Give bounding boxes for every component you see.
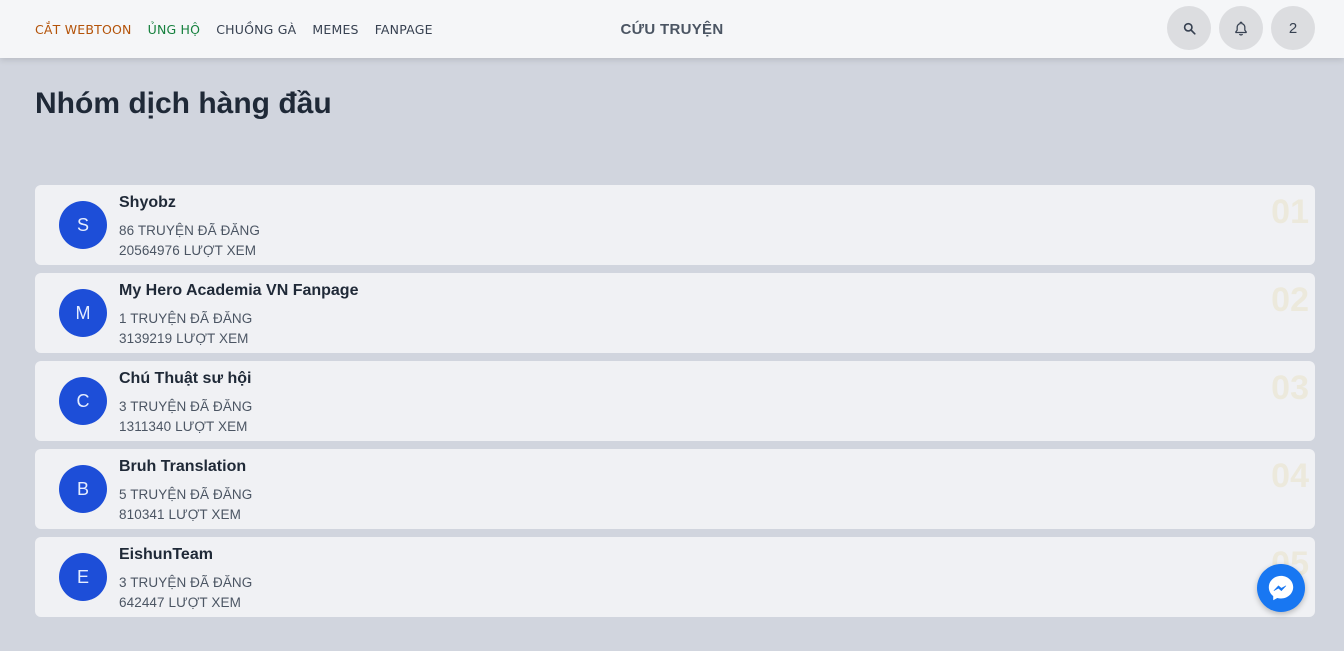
group-name[interactable]: Bruh Translation: [119, 457, 252, 477]
avatar: M: [59, 289, 107, 337]
nav-link-ung-ho[interactable]: ỦNG HỘ: [148, 22, 201, 37]
main-nav: CẮT WEBTOON ỦNG HỘ CHUỒNG GÀ MEMES FANPA…: [35, 0, 433, 58]
top-navbar: CẮT WEBTOON ỦNG HỘ CHUỒNG GÀ MEMES FANPA…: [0, 0, 1344, 58]
site-logo-text[interactable]: CỨU TRUYỆN: [621, 21, 724, 38]
group-info: My Hero Academia VN Fanpage 1 TRUYỆN ĐÃ …: [119, 281, 358, 349]
views-count: 1311340 LƯỢT XEM: [119, 419, 248, 434]
views-count: 642447 LƯỢT XEM: [119, 595, 241, 610]
group-name[interactable]: Chú Thuật sư hội: [119, 369, 252, 389]
avatar: E: [59, 553, 107, 601]
group-name[interactable]: My Hero Academia VN Fanpage: [119, 281, 358, 301]
views-count: 810341 LƯỢT XEM: [119, 507, 241, 522]
page-title: Nhóm dịch hàng đầu: [35, 87, 332, 120]
search-button[interactable]: [1167, 6, 1211, 50]
nav-link-chuong-ga[interactable]: CHUỒNG GÀ: [216, 22, 296, 37]
stories-count: 3 TRUYỆN ĐÃ ĐĂNG: [119, 399, 253, 414]
header-actions: 2: [1167, 6, 1315, 50]
group-card[interactable]: S Shyobz 86 TRUYỆN ĐÃ ĐĂNG 20564976 LƯỢT…: [35, 185, 1315, 265]
group-card[interactable]: M My Hero Academia VN Fanpage 1 TRUYỆN Đ…: [35, 273, 1315, 353]
user-menu-button[interactable]: 2: [1271, 6, 1315, 50]
stories-count: 5 TRUYỆN ĐÃ ĐĂNG: [119, 487, 253, 502]
rank-number: 04: [1271, 457, 1309, 495]
stories-count: 1 TRUYỆN ĐÃ ĐĂNG: [119, 311, 253, 326]
group-info: Shyobz 86 TRUYỆN ĐÃ ĐĂNG 20564976 LƯỢT X…: [119, 193, 260, 261]
nav-link-cat-webtoon[interactable]: CẮT WEBTOON: [35, 22, 132, 37]
rank-number: 03: [1271, 369, 1309, 407]
messenger-chat-button[interactable]: [1257, 564, 1305, 612]
search-icon: [1183, 22, 1196, 35]
bell-icon: [1235, 21, 1247, 36]
group-info: EishunTeam 3 TRUYỆN ĐÃ ĐĂNG 642447 LƯỢT …: [119, 545, 252, 613]
notifications-button[interactable]: [1219, 6, 1263, 50]
avatar: S: [59, 201, 107, 249]
nav-link-fanpage[interactable]: FANPAGE: [375, 22, 433, 37]
views-count: 20564976 LƯỢT XEM: [119, 243, 257, 258]
stories-count: 3 TRUYỆN ĐÃ ĐĂNG: [119, 575, 253, 590]
stories-count: 86 TRUYỆN ĐÃ ĐĂNG: [119, 223, 260, 238]
group-card[interactable]: B Bruh Translation 5 TRUYỆN ĐÃ ĐĂNG 8103…: [35, 449, 1315, 529]
rank-number: 01: [1271, 193, 1309, 231]
nav-link-memes[interactable]: MEMES: [312, 22, 358, 37]
group-list: S Shyobz 86 TRUYỆN ĐÃ ĐĂNG 20564976 LƯỢT…: [35, 185, 1315, 625]
group-info: Bruh Translation 5 TRUYỆN ĐÃ ĐĂNG 810341…: [119, 457, 252, 525]
group-card[interactable]: E EishunTeam 3 TRUYỆN ĐÃ ĐĂNG 642447 LƯỢ…: [35, 537, 1315, 617]
user-badge-label: 2: [1288, 19, 1298, 37]
rank-number: 02: [1271, 281, 1309, 319]
group-name[interactable]: EishunTeam: [119, 545, 252, 565]
messenger-icon: [1268, 575, 1294, 601]
group-info: Chú Thuật sư hội 3 TRUYỆN ĐÃ ĐĂNG 131134…: [119, 369, 252, 437]
avatar: B: [59, 465, 107, 513]
views-count: 3139219 LƯỢT XEM: [119, 331, 249, 346]
group-name[interactable]: Shyobz: [119, 193, 260, 213]
group-card[interactable]: C Chú Thuật sư hội 3 TRUYỆN ĐÃ ĐĂNG 1311…: [35, 361, 1315, 441]
avatar: C: [59, 377, 107, 425]
